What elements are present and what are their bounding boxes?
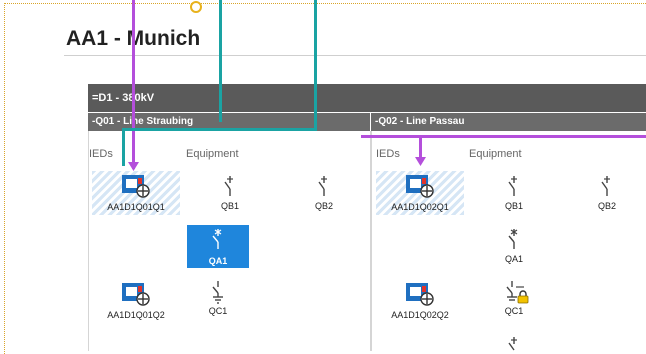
bay-header-q02[interactable]: -Q02 - Line Passau [371, 113, 646, 131]
equipment-label: QB1 [504, 201, 523, 211]
teal-link-vertical-b [314, 0, 317, 131]
teal-link-drop [122, 128, 125, 166]
ieds-column-label: IEDs [376, 148, 400, 160]
anchor-ring-icon[interactable] [189, 0, 203, 14]
equipment-label: QB2 [314, 201, 333, 211]
equipment-label: QC1 [208, 306, 228, 316]
ied-label: AA1D1Q02Q2 [391, 310, 449, 320]
bay-label: -Q02 - Line Passau [375, 116, 465, 127]
equipment-item-qa1[interactable]: QA1 [484, 226, 544, 266]
ied-label: AA1D1Q02Q1 [391, 202, 449, 212]
equipment-item-qb2[interactable]: QB2 [294, 173, 354, 213]
ied-icon [406, 283, 434, 306]
ied-item[interactable]: AA1D1Q02Q2 [376, 279, 464, 323]
ied-label: AA1D1Q01Q1 [107, 202, 165, 212]
equipment-item-qb2[interactable]: QB2 [577, 173, 637, 213]
equipment-item-qb1[interactable]: QB1 [484, 173, 544, 213]
equipment-label: QC1 [504, 306, 524, 316]
ied-label: AA1D1Q01Q2 [107, 310, 165, 320]
circuit-breaker-icon [508, 229, 518, 249]
ied-icon [406, 175, 434, 198]
equipment-label: QA1 [504, 254, 523, 264]
lock-icon [517, 290, 529, 304]
disconnector-icon [508, 337, 517, 351]
equipment-column-label: Equipment [186, 148, 239, 160]
title-divider [64, 55, 646, 56]
ied-item[interactable]: AA1D1Q02Q1 [376, 171, 464, 215]
purple-link-vertical [132, 0, 135, 89]
voltage-level-label: =D1 - 380kV [92, 92, 155, 104]
disconnector-icon [224, 176, 233, 196]
disconnector-icon [601, 176, 610, 196]
ied-item[interactable]: AA1D1Q01Q2 [92, 279, 180, 323]
bay-panel-q02: IEDs Equipment AA1D1Q02Q1 AA1D1Q02Q2 QB1 [371, 131, 646, 351]
equipment-item-qa1[interactable]: QA1 [187, 225, 249, 268]
disconnector-icon [508, 176, 517, 196]
earthing-switch-icon [212, 281, 223, 304]
equipment-item-qc1[interactable]: QC1 [188, 278, 248, 318]
ied-item[interactable]: AA1D1Q01Q1 [92, 171, 180, 215]
equipment-label: QB2 [597, 201, 616, 211]
disconnector-icon [318, 176, 327, 196]
purple-link-horizontal [361, 135, 646, 138]
bay-label: -Q01 - Line Straubing [92, 116, 194, 127]
equipment-item-qc1[interactable]: QC1 [484, 278, 544, 318]
arrow-down-icon [128, 162, 139, 171]
teal-link-vertical-a [219, 0, 222, 122]
equipment-label: QB1 [220, 201, 239, 211]
equipment-column-label: Equipment [469, 148, 522, 160]
ieds-column-label: IEDs [89, 148, 113, 160]
circuit-breaker-icon [212, 229, 222, 249]
voltage-level-bar[interactable]: =D1 - 380kV [88, 84, 646, 112]
equipment-label: QA1 [208, 256, 228, 266]
teal-link-horizontal [122, 128, 317, 131]
arrow-down-icon [415, 157, 426, 166]
ied-icon [122, 283, 150, 306]
ied-icon [122, 175, 150, 198]
equipment-item-qb1[interactable]: QB1 [200, 173, 260, 213]
